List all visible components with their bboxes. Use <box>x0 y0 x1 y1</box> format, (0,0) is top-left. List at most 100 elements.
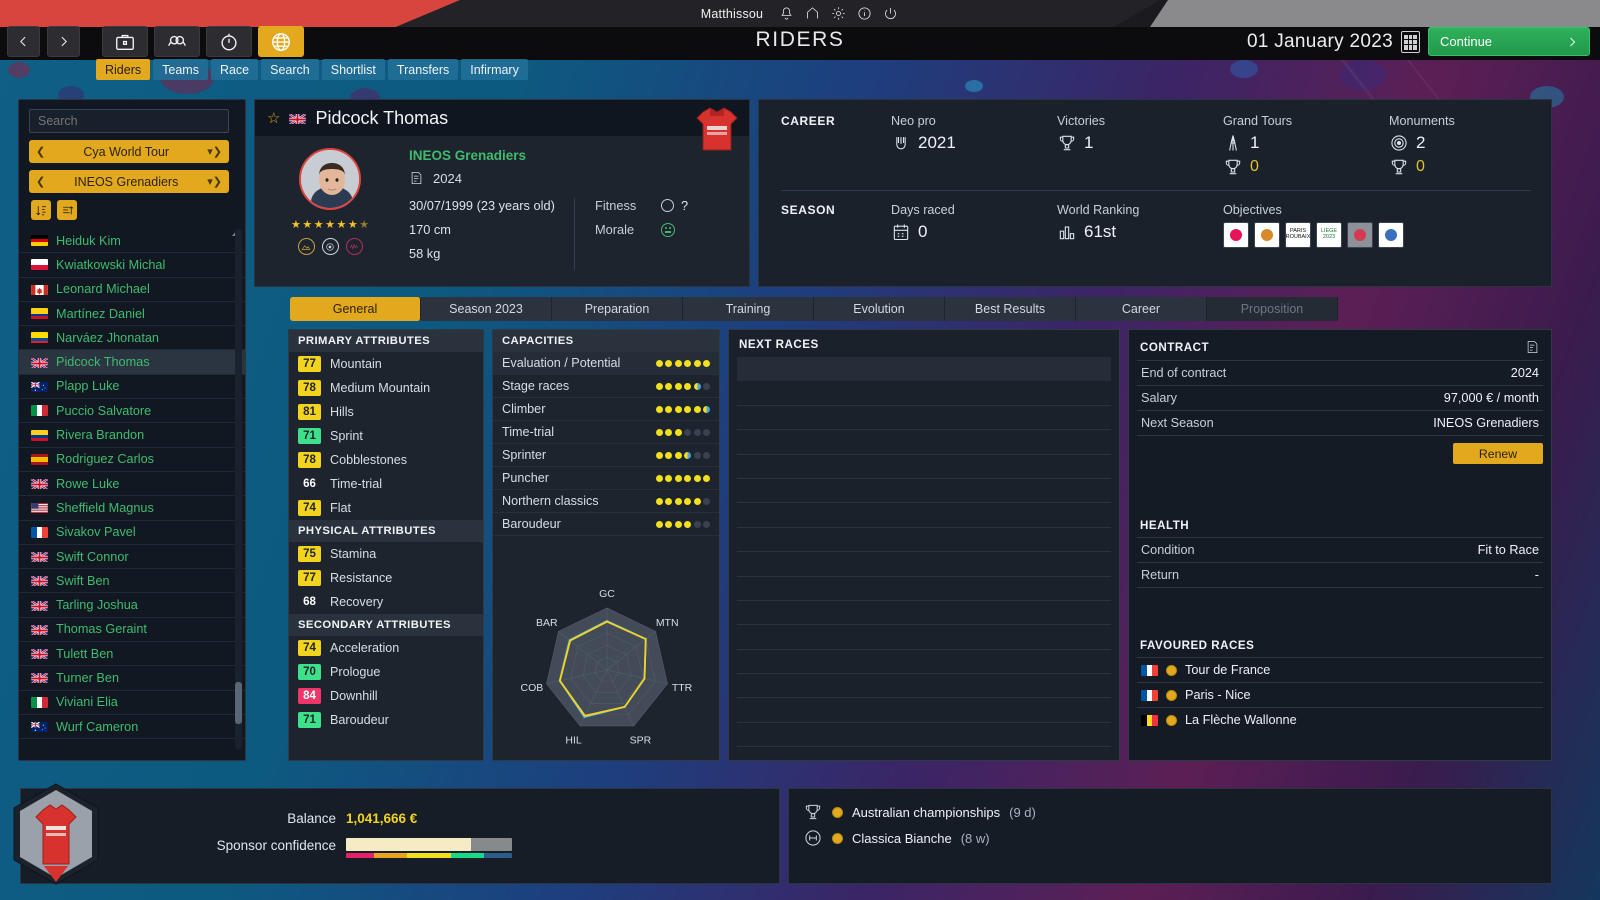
rider-list-item[interactable]: Swift Connor <box>19 545 245 570</box>
objective-liege-logo[interactable]: LIEGE 2023 <box>1316 222 1342 248</box>
next-race-row[interactable] <box>737 601 1111 626</box>
chevron-left-icon[interactable]: ❮ <box>36 175 45 188</box>
next-race-row[interactable] <box>737 528 1111 553</box>
home-icon[interactable] <box>804 5 821 22</box>
rider-list-item[interactable]: Kwiatkowski Michal <box>19 253 245 278</box>
next-race-row[interactable] <box>737 577 1111 601</box>
filter-world-tour[interactable]: ❮ Cya World Tour ▾ ❯ <box>29 140 229 163</box>
next-race-row[interactable] <box>737 455 1111 479</box>
filter-team[interactable]: ❮ INEOS Grenadiers ▾ ❯ <box>29 170 229 193</box>
next-race-row[interactable] <box>737 406 1111 431</box>
next-races-rows[interactable] <box>729 357 1119 748</box>
rider-flag-icon <box>31 356 48 368</box>
subtab-riders[interactable]: Riders <box>96 59 151 80</box>
subtab-race[interactable]: Race <box>210 59 259 80</box>
team-badge[interactable] <box>10 782 102 886</box>
renew-button[interactable]: Renew <box>1453 443 1543 464</box>
tab-career[interactable]: Career <box>1076 297 1207 321</box>
tab-evolution[interactable]: Evolution <box>814 297 945 321</box>
chevron-right-icon[interactable]: ❯ <box>213 145 222 158</box>
chevron-left-icon[interactable]: ❮ <box>36 145 45 158</box>
next-race-row[interactable] <box>737 698 1111 723</box>
rider-list-scrollbar[interactable] <box>235 229 242 750</box>
capacity-dot <box>665 451 672 459</box>
rider-list-item[interactable]: Sivakov Pavel <box>19 521 245 545</box>
edit-contract-icon[interactable] <box>1525 339 1540 355</box>
capacity-dot <box>665 405 672 413</box>
next-race-row[interactable] <box>737 503 1111 528</box>
rider-list-item[interactable]: Wurf Cameron <box>19 715 245 740</box>
tab-training[interactable]: Training <box>683 297 814 321</box>
forward-button[interactable] <box>47 26 80 57</box>
stopwatch-icon-button[interactable] <box>206 26 252 57</box>
rider-list-item[interactable]: Rowe Luke <box>19 472 245 497</box>
info-icon[interactable] <box>856 5 873 22</box>
next-race-row[interactable] <box>737 479 1111 504</box>
health-value: - <box>1534 568 1539 582</box>
objective-sanremo-logo[interactable] <box>1254 222 1280 248</box>
rider-list-item[interactable]: Tulett Ben <box>19 642 245 667</box>
favourite-star-icon[interactable]: ☆ <box>267 109 280 127</box>
globe-icon-button[interactable] <box>258 26 304 57</box>
favoured-race-row[interactable]: Paris - Nice <box>1137 682 1543 707</box>
rider-list-item[interactable]: Turner Ben <box>19 666 245 691</box>
chevron-right-icon[interactable]: ❯ <box>213 175 222 188</box>
subtab-infirmary[interactable]: Infirmary <box>461 59 528 80</box>
rider-list-item[interactable]: Pidcock Thomas <box>19 350 245 375</box>
rider-list-item[interactable]: Martínez Daniel <box>19 302 245 327</box>
attribute-name: Sprint <box>330 429 363 443</box>
contract-rows: End of contract 2024 Salary 97,000 € / mont… <box>1137 360 1543 436</box>
rider-list-item[interactable]: Leonard Michael <box>19 278 245 302</box>
rider-list-item[interactable]: Rivera Brandon <box>19 423 245 448</box>
objective-lombardia-logo[interactable] <box>1347 222 1373 248</box>
subtab-teams[interactable]: Teams <box>153 59 208 80</box>
next-race-row[interactable] <box>737 381 1111 406</box>
rider-list-scroll-thumb[interactable] <box>235 682 242 724</box>
objective-paris-roubaix-logo[interactable]: PARIS ROUBAIX <box>1285 222 1311 248</box>
rider-list-item[interactable]: Narváez Jhonatan <box>19 326 245 351</box>
news-item[interactable]: Classica Bianche (8 w) <box>803 825 1537 851</box>
objective-worlds-logo[interactable] <box>1378 222 1404 248</box>
next-race-row[interactable] <box>737 430 1111 455</box>
rider-list-item[interactable]: Puccio Salvatore <box>19 399 245 424</box>
tab-season-2023[interactable]: Season 2023 <box>421 297 552 321</box>
next-race-row[interactable] <box>737 650 1111 675</box>
search-input[interactable] <box>29 109 229 133</box>
subtab-shortlist[interactable]: Shortlist <box>321 59 385 80</box>
sort-alpha-icon[interactable] <box>31 200 51 220</box>
rider-list-item[interactable]: Heiduk Kim <box>19 229 245 254</box>
next-race-row[interactable] <box>737 357 1111 382</box>
next-race-row[interactable] <box>737 625 1111 650</box>
briefcase-icon-button[interactable] <box>102 26 148 57</box>
rider-list-item[interactable]: Thomas Geraint <box>19 618 245 643</box>
tab-best-results[interactable]: Best Results <box>945 297 1076 321</box>
rider-list-item[interactable]: Swift Ben <box>19 569 245 594</box>
tab-preparation[interactable]: Preparation <box>552 297 683 321</box>
rider-flag-icon <box>31 381 48 392</box>
riders-icon-button[interactable] <box>154 26 200 57</box>
rider-list-item[interactable]: Rodriguez Carlos <box>19 448 245 472</box>
next-race-row[interactable] <box>737 674 1111 699</box>
gear-icon[interactable] <box>830 5 847 22</box>
bell-icon[interactable] <box>778 5 795 22</box>
rider-list-item[interactable]: Viviani Elia <box>19 691 245 715</box>
next-race-row[interactable] <box>737 552 1111 577</box>
calendar-icon[interactable] <box>1401 30 1420 53</box>
tab-general[interactable]: General <box>290 297 421 321</box>
power-icon[interactable] <box>882 5 899 22</box>
capacity-dot <box>684 497 691 505</box>
rider-list-item[interactable]: Plapp Luke <box>19 375 245 400</box>
objective-flanders-logo[interactable] <box>1223 222 1249 248</box>
rider-list-item[interactable]: Sheffield Magnus <box>19 496 245 521</box>
subtab-search[interactable]: Search <box>261 59 319 80</box>
back-button[interactable] <box>7 26 40 57</box>
next-race-row[interactable] <box>737 723 1111 748</box>
rider-list[interactable]: Heiduk Kim Kwiatkowski Michal Leonard Mich… <box>19 229 245 752</box>
news-item[interactable]: Australian championships (9 d) <box>803 799 1537 825</box>
sort-order-icon[interactable] <box>57 200 77 220</box>
rider-list-item[interactable]: Tarling Joshua <box>19 593 245 618</box>
favoured-race-row[interactable]: Tour de France <box>1137 657 1543 682</box>
subtab-transfers[interactable]: Transfers <box>387 59 459 80</box>
continue-button[interactable]: Continue <box>1428 27 1590 56</box>
favoured-race-row[interactable]: La Flèche Wallonne <box>1137 707 1543 732</box>
